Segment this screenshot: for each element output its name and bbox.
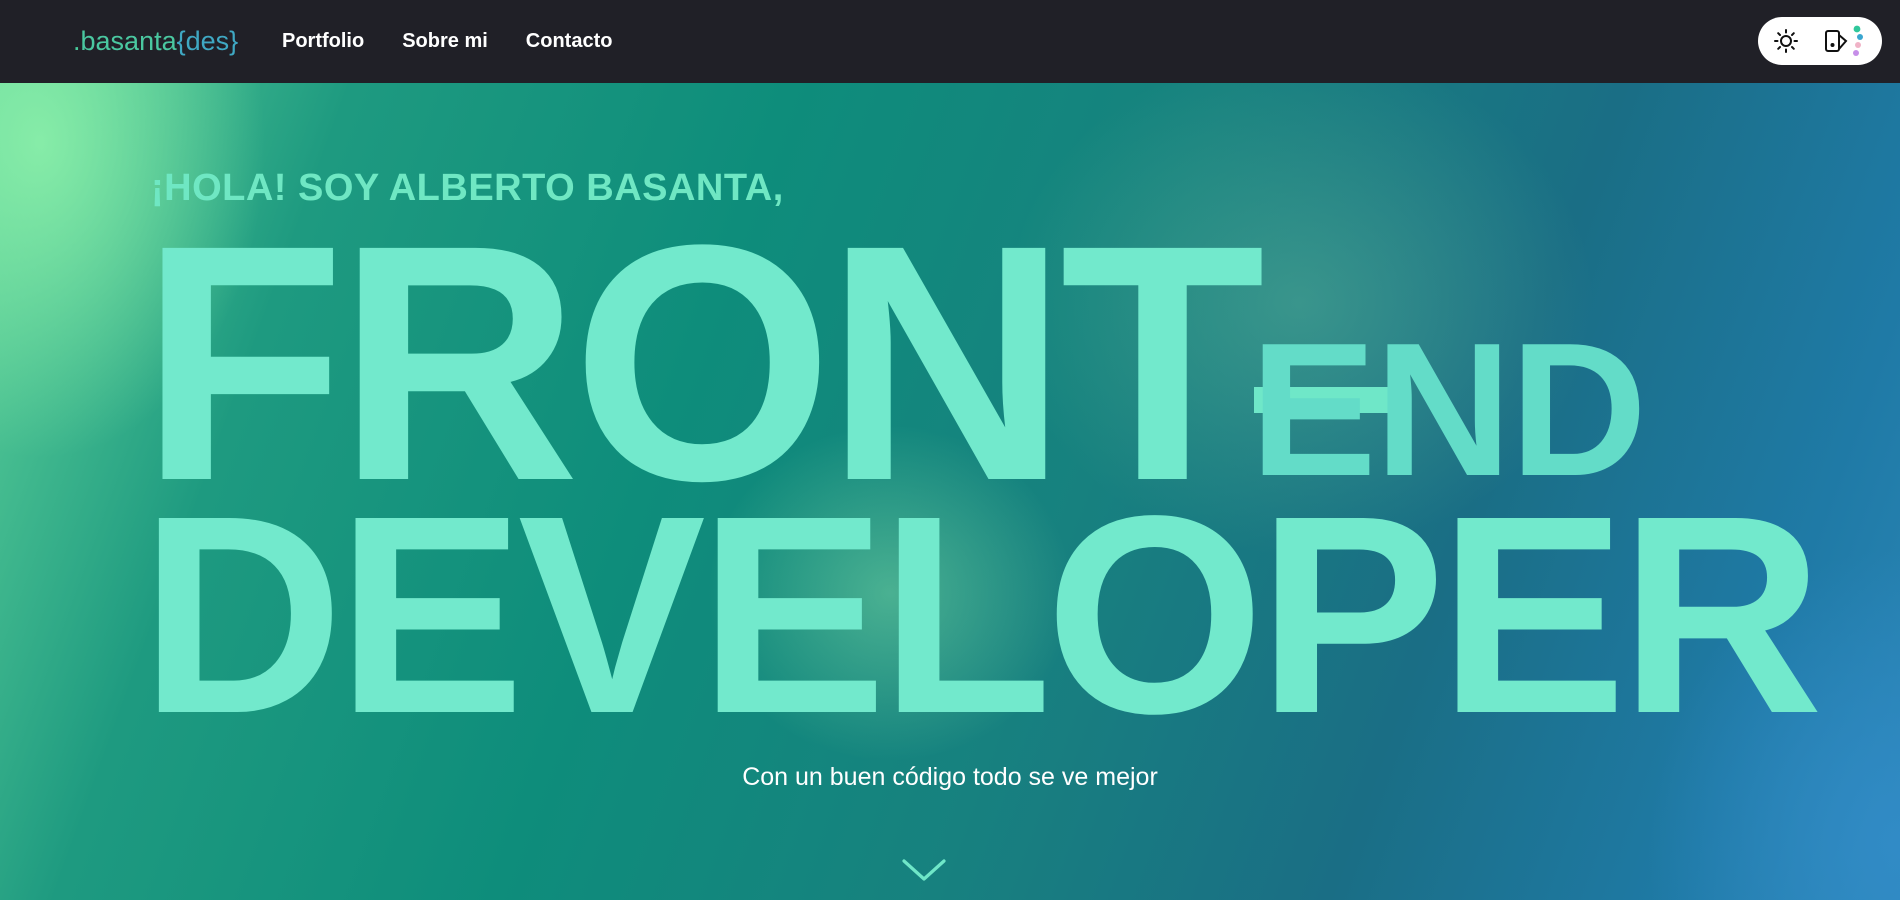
hero-subtitle: Con un buen código todo se ve mejor xyxy=(742,763,1158,791)
main-nav: Portfolio Sobre mi Contacto xyxy=(282,28,650,54)
palette-icon[interactable] xyxy=(1824,23,1868,59)
logo-braces: {des} xyxy=(176,26,239,56)
chevron-down-icon[interactable] xyxy=(900,855,948,885)
site-logo[interactable]: .basanta{des} xyxy=(73,24,238,58)
nav-link-sobre-mi[interactable]: Sobre mi xyxy=(402,28,488,54)
hero-title-developer: DEVELOPER xyxy=(140,457,1823,772)
nav-link-portfolio[interactable]: Portfolio xyxy=(282,28,364,54)
theme-toggle xyxy=(1758,17,1882,65)
hero-section: ¡HOLA! SOY ALBERTO BASANTA, FRONT END DE… xyxy=(0,83,1900,900)
top-navbar: .basanta{des} Portfolio Sobre mi Contact… xyxy=(0,0,1900,83)
nav-link-contacto[interactable]: Contacto xyxy=(526,28,613,54)
sun-icon[interactable] xyxy=(1774,29,1798,53)
logo-name: basanta xyxy=(80,26,177,56)
logo-dot: . xyxy=(73,26,81,56)
